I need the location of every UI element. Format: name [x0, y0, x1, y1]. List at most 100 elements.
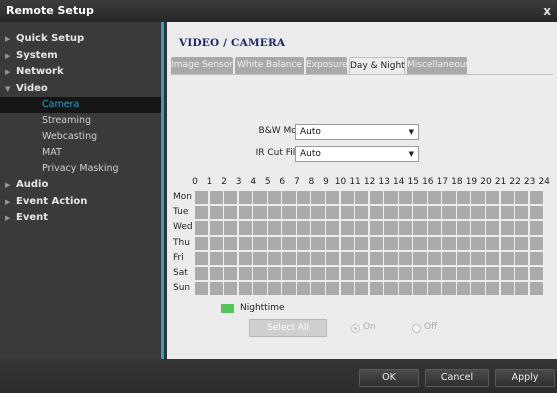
schedule-cell[interactable]	[209, 282, 224, 297]
schedule-cell[interactable]	[209, 206, 224, 221]
schedule-cell[interactable]	[355, 236, 370, 251]
schedule-cell[interactable]	[413, 251, 428, 266]
schedule-cell[interactable]	[282, 236, 297, 251]
schedule-cell[interactable]	[427, 267, 443, 282]
schedule-cell[interactable]	[282, 282, 297, 297]
schedule-cell[interactable]	[253, 251, 268, 266]
schedule-cell[interactable]	[413, 267, 428, 282]
schedule-cell[interactable]	[471, 206, 486, 221]
sidebar-subitem-privacy-masking[interactable]: Privacy Masking	[0, 161, 161, 177]
schedule-cell[interactable]	[413, 191, 428, 206]
schedule-cell[interactable]	[311, 206, 326, 221]
schedule-cell[interactable]	[456, 282, 472, 297]
schedule-cell[interactable]	[427, 251, 443, 266]
schedule-cell[interactable]	[515, 191, 530, 206]
schedule-cell[interactable]	[369, 206, 384, 221]
schedule-cell[interactable]	[311, 267, 326, 282]
schedule-cell[interactable]	[311, 221, 326, 236]
sidebar-item-quick-setup[interactable]: ▶ Quick Setup	[0, 31, 161, 48]
schedule-cell[interactable]	[486, 191, 501, 206]
schedule-cell[interactable]	[398, 206, 414, 221]
schedule-cell[interactable]	[238, 191, 254, 206]
schedule-cell[interactable]	[384, 191, 399, 206]
schedule-cell[interactable]	[311, 191, 326, 206]
schedule-cell[interactable]	[369, 267, 384, 282]
schedule-cell[interactable]	[340, 206, 355, 221]
sidebar-subitem-streaming[interactable]: Streaming	[0, 113, 161, 129]
schedule-cell[interactable]	[195, 191, 210, 206]
schedule-cell[interactable]	[355, 191, 370, 206]
schedule-cell[interactable]	[529, 251, 545, 266]
schedule-cell[interactable]	[238, 206, 254, 221]
schedule-cell[interactable]	[282, 191, 297, 206]
schedule-cell[interactable]	[195, 251, 210, 266]
schedule-cell[interactable]	[296, 221, 312, 236]
tab-exposure[interactable]: Exposure	[306, 57, 348, 74]
schedule-cell[interactable]	[325, 221, 341, 236]
schedule-cell[interactable]	[442, 206, 457, 221]
schedule-cell[interactable]	[224, 206, 239, 221]
radio-on[interactable]	[351, 324, 360, 333]
schedule-cell[interactable]	[427, 206, 443, 221]
schedule-cell[interactable]	[500, 236, 515, 251]
schedule-cell[interactable]	[311, 282, 326, 297]
close-icon[interactable]: x	[543, 0, 551, 22]
schedule-cell[interactable]	[398, 221, 414, 236]
schedule-cell[interactable]	[384, 206, 399, 221]
schedule-cell[interactable]	[384, 251, 399, 266]
sidebar-item-video[interactable]: ▼ Video	[0, 81, 161, 98]
schedule-cell[interactable]	[282, 267, 297, 282]
schedule-cell[interactable]	[340, 221, 355, 236]
schedule-cell[interactable]	[398, 267, 414, 282]
sidebar-item-event[interactable]: ▶ Event	[0, 210, 161, 227]
schedule-cell[interactable]	[471, 282, 486, 297]
schedule-cell[interactable]	[209, 251, 224, 266]
schedule-cell[interactable]	[340, 282, 355, 297]
schedule-cell[interactable]	[238, 236, 254, 251]
radio-off[interactable]	[412, 324, 421, 333]
schedule-cell[interactable]	[238, 221, 254, 236]
bw-mode-select[interactable]: Auto ▼	[295, 124, 419, 140]
schedule-cell[interactable]	[253, 236, 268, 251]
schedule-cell[interactable]	[253, 206, 268, 221]
schedule-cell[interactable]	[253, 267, 268, 282]
ir-cut-filter-select[interactable]: Auto ▼	[295, 146, 419, 162]
schedule-cell[interactable]	[500, 267, 515, 282]
schedule-cell[interactable]	[311, 251, 326, 266]
schedule-cell[interactable]	[195, 221, 210, 236]
schedule-cell[interactable]	[195, 206, 210, 221]
schedule-cell[interactable]	[529, 221, 545, 236]
schedule-cell[interactable]	[456, 267, 472, 282]
schedule-cell[interactable]	[209, 221, 224, 236]
schedule-cell[interactable]	[325, 282, 341, 297]
schedule-cell[interactable]	[224, 282, 239, 297]
schedule-cell[interactable]	[325, 191, 341, 206]
schedule-cell[interactable]	[486, 267, 501, 282]
schedule-cell[interactable]	[486, 251, 501, 266]
schedule-cell[interactable]	[325, 267, 341, 282]
schedule-cell[interactable]	[224, 191, 239, 206]
schedule-cell[interactable]	[442, 221, 457, 236]
schedule-cell[interactable]	[529, 191, 545, 206]
schedule-cell[interactable]	[456, 206, 472, 221]
schedule-cell[interactable]	[311, 236, 326, 251]
schedule-cell[interactable]	[413, 236, 428, 251]
schedule-cell[interactable]	[224, 251, 239, 266]
schedule-cell[interactable]	[427, 221, 443, 236]
schedule-cell[interactable]	[340, 236, 355, 251]
schedule-cell[interactable]	[195, 267, 210, 282]
schedule-cell[interactable]	[355, 206, 370, 221]
ok-button[interactable]: OK	[359, 369, 419, 387]
sidebar-item-network[interactable]: ▶ Network	[0, 64, 161, 81]
schedule-cell[interactable]	[355, 221, 370, 236]
schedule-cell[interactable]	[296, 251, 312, 266]
schedule-cell[interactable]	[340, 191, 355, 206]
schedule-cell[interactable]	[267, 221, 283, 236]
schedule-cell[interactable]	[413, 282, 428, 297]
schedule-cell[interactable]	[267, 282, 283, 297]
schedule-cell[interactable]	[369, 251, 384, 266]
schedule-cell[interactable]	[500, 221, 515, 236]
schedule-cell[interactable]	[486, 221, 501, 236]
schedule-cell[interactable]	[515, 282, 530, 297]
schedule-cell[interactable]	[253, 282, 268, 297]
